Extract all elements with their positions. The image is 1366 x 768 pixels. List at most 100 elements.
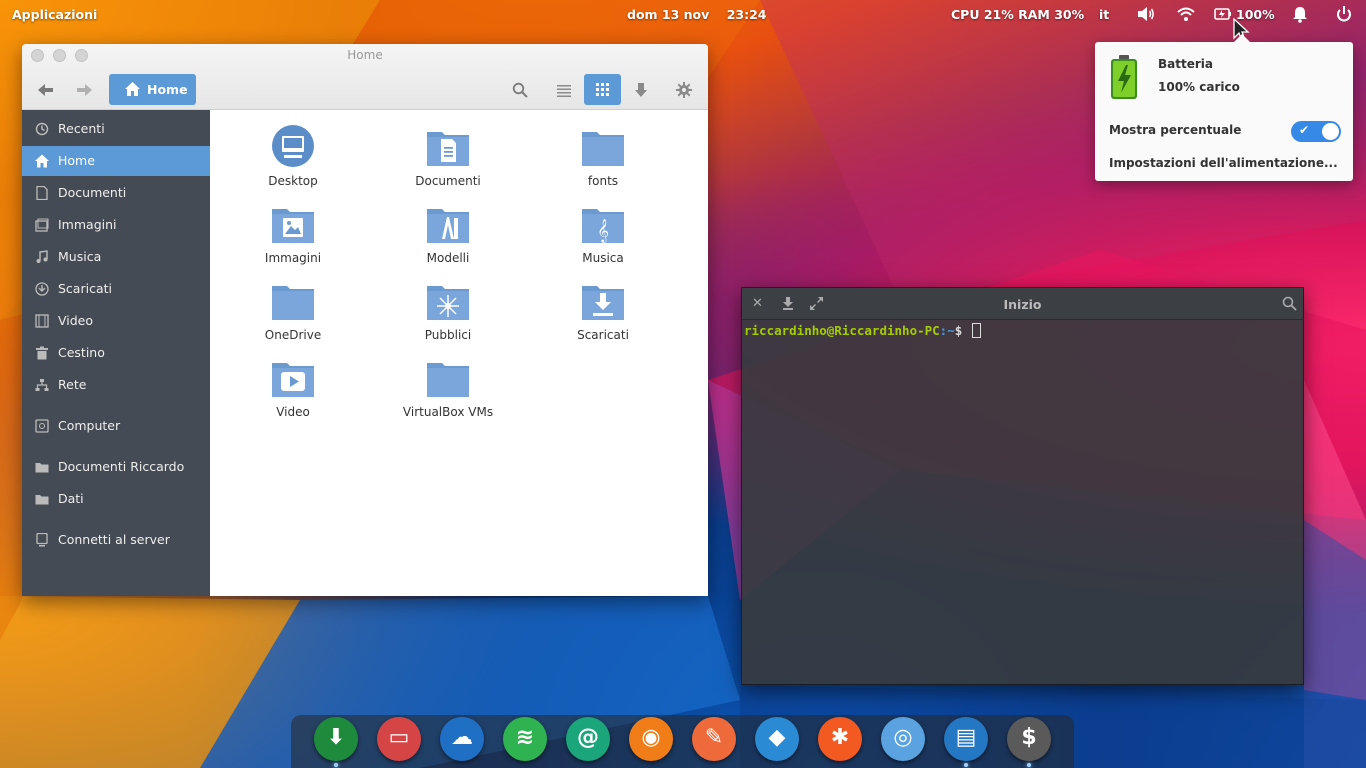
trash-icon: [36, 346, 48, 360]
dock-glyph: ▭: [388, 725, 410, 750]
sidebar-item-label: Home: [58, 153, 95, 168]
volume-icon[interactable]: [1136, 5, 1156, 23]
chrome-app-icon[interactable]: ◎: [881, 717, 925, 761]
show-percentage-toggle[interactable]: ✔: [1291, 121, 1341, 142]
sidebar-item-recenti[interactable]: Recenti: [22, 114, 210, 144]
check-icon: ✔: [1299, 123, 1310, 137]
sidebar-item-documenti[interactable]: Documenti: [22, 178, 210, 208]
dock-glyph: ≋: [515, 725, 535, 750]
home-icon: [35, 154, 49, 168]
sidebar-item-cestino[interactable]: Cestino: [22, 338, 210, 368]
dock-glyph: ⬇: [326, 725, 346, 750]
power-icon[interactable]: [1334, 5, 1354, 23]
terminal-cursor: [971, 323, 981, 338]
downloader-app-icon[interactable]: ⬇: [314, 717, 358, 761]
battery-full-icon: [1111, 55, 1137, 99]
back-icon[interactable]: [38, 83, 54, 97]
folder-desktop[interactable]: Desktop: [233, 122, 353, 197]
dock-glyph: ◆: [768, 725, 786, 750]
system-monitor[interactable]: CPU 21% RAM 30%: [951, 7, 1084, 22]
sidebar-item-musica[interactable]: Musica: [22, 242, 210, 272]
clock[interactable]: dom 13 nov 23:24: [627, 7, 767, 22]
desktop-icon: [272, 125, 314, 167]
folder-pubblici[interactable]: Pubblici: [388, 276, 508, 351]
onedrive-app-icon[interactable]: ☁: [440, 717, 484, 761]
sidebar-item-documenti-riccardo[interactable]: Documenti Riccardo: [22, 452, 210, 482]
sidebar-item-rete[interactable]: Rete: [22, 370, 210, 400]
sidebar-item-label: Recenti: [58, 121, 105, 136]
sidebar-item-label: Documenti: [58, 185, 127, 200]
sidebar: Recenti Home Documenti Immagini Musica S…: [22, 110, 210, 596]
xampp-app-icon[interactable]: ✱: [818, 717, 862, 761]
location-button-home[interactable]: Home: [109, 74, 196, 105]
folder-onedrive[interactable]: OneDrive: [233, 276, 353, 351]
sidebar-item-immagini[interactable]: Immagini: [22, 210, 210, 240]
sidebar-item-computer[interactable]: Computer: [22, 411, 210, 441]
documents-folder-icon: [427, 132, 469, 166]
wifi-icon[interactable]: [1176, 5, 1196, 23]
pictures-folder-icon: [272, 209, 314, 243]
folder-name: OneDrive: [264, 328, 322, 342]
dock-glyph: ✱: [830, 725, 850, 750]
image-icon: [35, 218, 49, 232]
sidebar-item-video[interactable]: Video: [22, 306, 210, 336]
keyboard-layout-indicator[interactable]: it: [1099, 7, 1109, 22]
sidebar-item-label: Video: [58, 313, 94, 328]
folder-fonts[interactable]: fonts: [543, 122, 663, 197]
power-settings-link[interactable]: Impostazioni dell'alimentazione...: [1109, 156, 1338, 170]
music-player-app-icon[interactable]: ◉: [629, 717, 673, 761]
folder-icon: [272, 286, 314, 320]
mail-app-icon[interactable]: @: [566, 717, 610, 761]
folder-video[interactable]: Video: [233, 353, 353, 428]
search-icon[interactable]: [512, 82, 528, 98]
applications-menu[interactable]: Applicazioni: [12, 7, 97, 22]
sidebar-item-label: Documenti Riccardo: [58, 459, 185, 474]
show-percentage-label: Mostra percentuale: [1109, 123, 1242, 137]
remote-desktop-app-icon[interactable]: ▭: [377, 717, 421, 761]
sidebar-item-label: Connetti al server: [58, 532, 170, 547]
sidebar-item-dati[interactable]: Dati: [22, 484, 210, 514]
fish-app-icon[interactable]: ◆: [755, 717, 799, 761]
spotify-app-icon[interactable]: ≋: [503, 717, 547, 761]
forward-icon[interactable]: [76, 83, 92, 97]
folder-scaricati[interactable]: Scaricati: [543, 276, 663, 351]
sidebar-item-label: Immagini: [58, 217, 117, 232]
sidebar-item-scaricati[interactable]: Scaricati: [22, 274, 210, 304]
folder-name: VirtualBox VMs: [402, 405, 494, 419]
sidebar-item-label: Rete: [58, 377, 87, 392]
folder-name: Musica: [582, 251, 624, 265]
top-panel: Applicazioni dom 13 nov 23:24 CPU 21% RA…: [0, 0, 1366, 42]
sidebar-item-label: Cestino: [58, 345, 105, 360]
terminal-prompt[interactable]: riccardinho@Riccardinho-PC:~$: [744, 323, 981, 338]
text-editor-app-icon[interactable]: ✎: [692, 717, 736, 761]
downloads-folder-icon: [582, 286, 624, 320]
battery-icon[interactable]: [1213, 5, 1233, 23]
battery-status: 100% carico: [1158, 80, 1240, 94]
prompt-path: :~: [939, 323, 955, 338]
folder-name: Documenti: [415, 174, 481, 188]
sidebar-item-connetti-server[interactable]: Connetti al server: [22, 525, 210, 555]
files-app-icon[interactable]: ▤: [944, 717, 988, 761]
home-icon: [125, 82, 140, 96]
grid-view-button[interactable]: [584, 74, 621, 105]
prompt-user-host: riccardinho@Riccardinho-PC: [744, 323, 940, 338]
terminal-app-icon[interactable]: $: [1007, 717, 1051, 761]
grid-view-icon: [596, 83, 609, 96]
sidebar-item-home[interactable]: Home: [22, 146, 210, 176]
folder-musica[interactable]: 𝄞 Musica: [543, 199, 663, 274]
download-icon[interactable]: [633, 82, 649, 98]
list-view-icon[interactable]: [556, 82, 572, 98]
settings-icon[interactable]: [676, 82, 692, 98]
dock-glyph: ▤: [955, 725, 977, 750]
notifications-icon[interactable]: [1290, 5, 1310, 23]
terminal-window[interactable]: ✕ Inizio riccardinho@Riccardinho-PC:~$: [741, 287, 1304, 685]
folder-virtualbox-vms[interactable]: VirtualBox VMs: [388, 353, 508, 428]
search-icon[interactable]: [1282, 296, 1297, 311]
folder-immagini[interactable]: Immagini: [233, 199, 353, 274]
server-icon: [36, 533, 48, 547]
folder-name: Pubblici: [424, 328, 472, 342]
network-icon: [35, 379, 49, 391]
dock-glyph: ◎: [893, 725, 913, 750]
folder-documenti[interactable]: Documenti: [388, 122, 508, 197]
folder-modelli[interactable]: Modelli: [388, 199, 508, 274]
